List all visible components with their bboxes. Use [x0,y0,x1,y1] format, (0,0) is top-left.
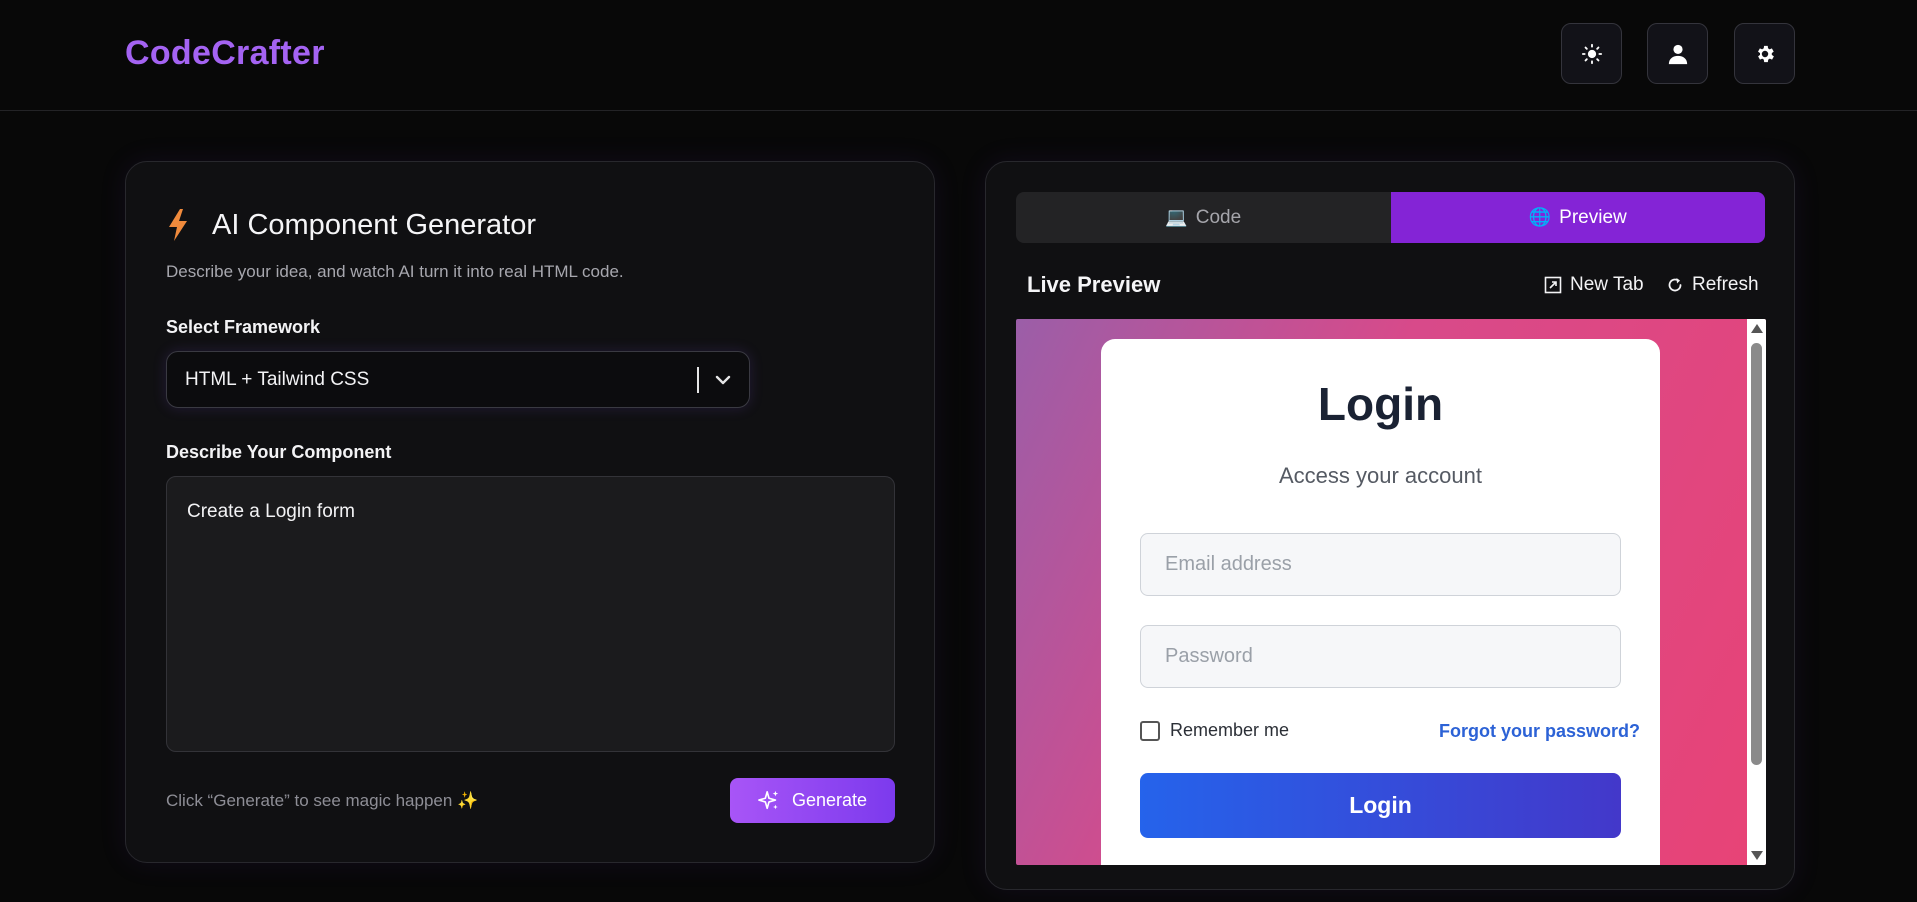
live-preview-frame: Login Access your account Email address … [1016,319,1766,865]
preview-scrollbar[interactable] [1747,319,1766,865]
generator-title: AI Component Generator [212,208,537,241]
remember-me: Remember me [1140,720,1289,741]
tab-code[interactable]: 💻 Code [1016,192,1391,243]
gear-icon [1757,45,1774,62]
remember-checkbox[interactable] [1140,720,1160,741]
external-link-icon [1544,276,1562,294]
tab-code-label: Code [1195,206,1242,228]
component-description-input[interactable]: Create a Login form [166,476,895,752]
login-card: Login Access your account Email address … [1101,339,1660,865]
new-tab-button[interactable]: New Tab [1544,274,1644,296]
scroll-thumb[interactable] [1751,343,1762,765]
profile-button[interactable] [1647,23,1708,84]
generator-subtitle: Describe your idea, and watch AI turn it… [166,262,624,281]
live-preview-title: Live Preview [1027,272,1161,297]
sun-icon [1581,43,1602,64]
forgot-password-link[interactable]: Forgot your password? [1439,721,1640,742]
globe-icon: 🌐 [1528,207,1552,227]
framework-select-value: HTML + Tailwind CSS [185,368,370,390]
generator-title-row: AI Component Generator [166,208,536,242]
top-bar: CodeCrafter [0,0,1917,111]
preview-panel: 💻 Code 🌐 Preview Live Preview New Tab Re… [985,161,1795,890]
generate-button[interactable]: Generate [730,778,895,823]
generate-button-label: Generate [791,790,868,810]
scroll-up-arrow[interactable] [1751,324,1763,333]
email-field[interactable]: Email address [1140,533,1621,596]
framework-select[interactable]: HTML + Tailwind CSS [166,351,750,408]
refresh-label: Refresh [1692,274,1759,295]
login-subheading: Access your account [1279,463,1482,488]
new-tab-label: New Tab [1570,274,1644,295]
scroll-down-arrow[interactable] [1751,851,1763,860]
view-tabs: 💻 Code 🌐 Preview [1016,192,1765,243]
remember-label: Remember me [1170,720,1290,740]
select-divider [697,367,699,393]
framework-label: Select Framework [166,317,321,337]
settings-button[interactable] [1734,23,1795,84]
tab-preview[interactable]: 🌐 Preview [1390,192,1765,243]
lightning-icon [169,209,187,241]
generate-hint: Click “Generate” to see magic happen ✨ [166,791,479,810]
login-button[interactable]: Login [1140,773,1621,838]
describe-label: Describe Your Component [166,442,392,462]
sparkles-icon [758,790,779,809]
refresh-icon [1668,278,1682,292]
login-heading: Login [1317,378,1444,430]
theme-toggle-button[interactable] [1561,23,1622,84]
generator-panel: AI Component Generator Describe your ide… [125,161,935,863]
user-icon [1668,44,1687,64]
refresh-button[interactable]: Refresh [1666,274,1759,296]
brand-logo[interactable]: CodeCrafter [125,34,325,73]
chevron-down-icon[interactable] [713,370,733,390]
password-field[interactable]: Password [1140,625,1621,688]
laptop-icon: 💻 [1165,207,1188,227]
tab-preview-label: Preview [1559,206,1627,228]
